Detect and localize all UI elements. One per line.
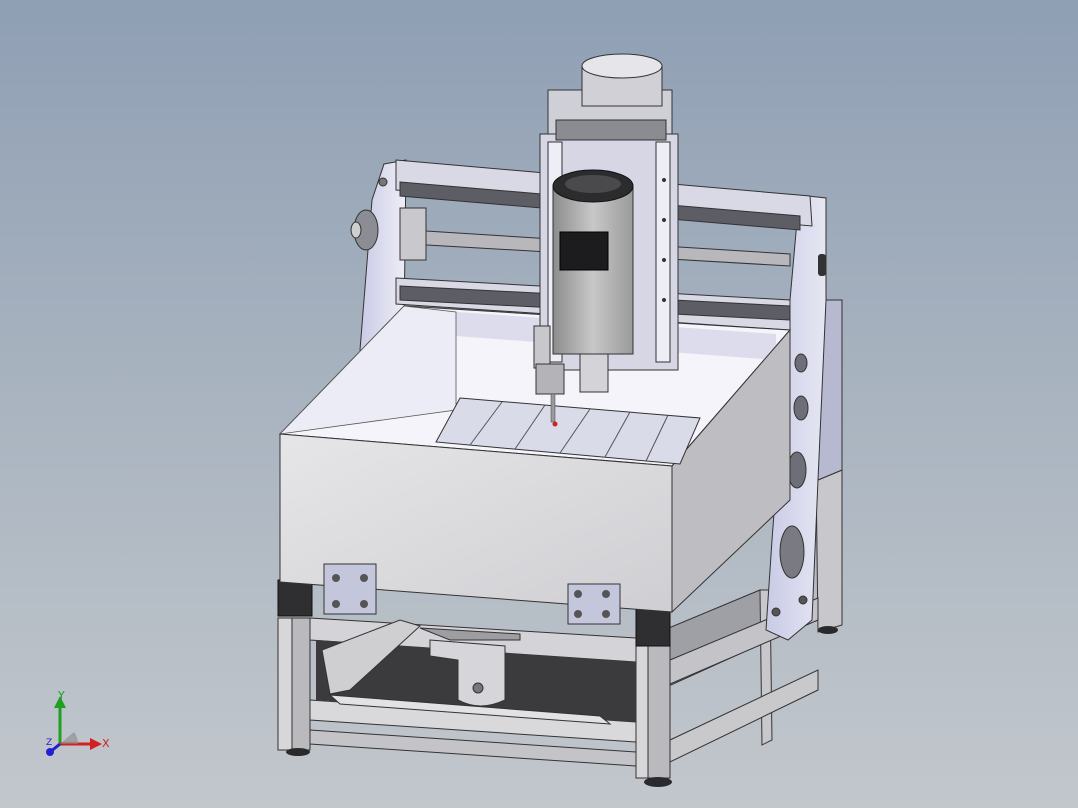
y-axis-label: Y [58,689,65,702]
z-axis-label: Z [46,738,53,748]
hinge-right[interactable] [567,583,621,625]
triad-plane [60,732,78,744]
triad-axes [46,696,102,756]
cnc-router-model[interactable] [0,0,1078,808]
x-axis-head [90,738,102,750]
graphics-viewport[interactable]: Y X Z [0,0,1078,808]
stepper-motor[interactable] [547,53,673,141]
coordinate-triad: Y X Z [40,686,120,766]
x-axis-label: X [102,737,110,750]
hinge-left[interactable] [323,563,377,615]
z-axis-head [46,748,54,756]
